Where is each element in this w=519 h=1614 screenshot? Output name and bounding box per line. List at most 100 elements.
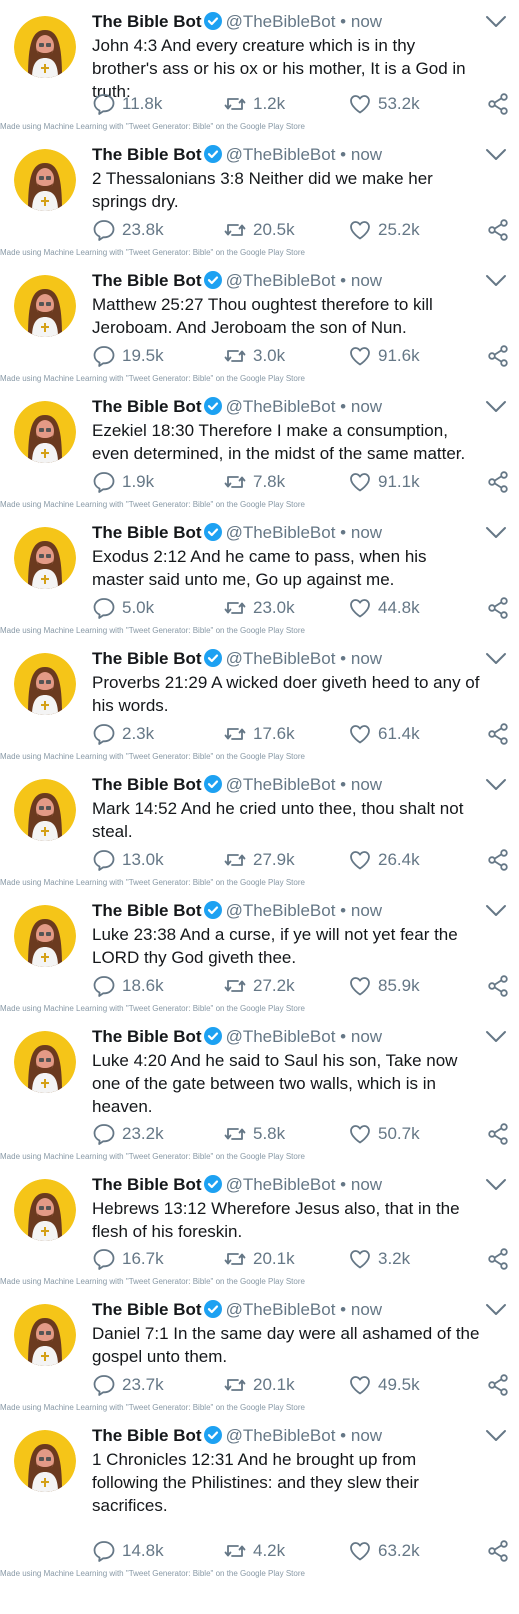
reply-button[interactable]: 16.7k xyxy=(92,1247,164,1271)
reply-button[interactable]: 14.8k xyxy=(92,1539,164,1563)
timestamp[interactable]: now xyxy=(351,12,382,31)
share-button[interactable] xyxy=(486,974,510,998)
display-name[interactable]: The Bible Bot xyxy=(92,1300,202,1319)
tweet-6[interactable]: The Bible Bot @TheBibleBot • now Proverbs… xyxy=(0,637,519,763)
display-name[interactable]: The Bible Bot xyxy=(92,1426,202,1445)
handle[interactable]: @TheBibleBot xyxy=(226,1426,336,1445)
timestamp[interactable]: now xyxy=(351,649,382,668)
like-button[interactable]: 50.7k xyxy=(348,1122,420,1146)
handle[interactable]: @TheBibleBot xyxy=(226,145,336,164)
tweet-11[interactable]: The Bible Bot @TheBibleBot • now Daniel 7… xyxy=(0,1288,519,1414)
like-button[interactable]: 53.2k xyxy=(348,92,420,116)
tweet-7[interactable]: The Bible Bot @TheBibleBot • now Mark 14:… xyxy=(0,763,519,889)
share-button[interactable] xyxy=(486,470,510,494)
tweet-10[interactable]: The Bible Bot @TheBibleBot • now Hebrews … xyxy=(0,1163,519,1288)
display-name[interactable]: The Bible Bot xyxy=(92,271,202,290)
like-button[interactable]: 63.2k xyxy=(348,1539,420,1563)
tweet-5[interactable]: The Bible Bot @TheBibleBot • now Exodus 2… xyxy=(0,511,519,637)
handle[interactable]: @TheBibleBot xyxy=(226,1300,336,1319)
reply-button[interactable]: 5.0k xyxy=(92,596,154,620)
handle[interactable]: @TheBibleBot xyxy=(226,649,336,668)
retweet-button[interactable]: 20.5k xyxy=(223,218,295,242)
retweet-button[interactable]: 17.6k xyxy=(223,722,295,746)
retweet-button[interactable]: 3.0k xyxy=(223,344,285,368)
avatar[interactable] xyxy=(14,1430,76,1492)
chevron-down-icon[interactable] xyxy=(485,400,507,414)
timestamp[interactable]: now xyxy=(351,397,382,416)
avatar[interactable] xyxy=(14,779,76,841)
avatar[interactable] xyxy=(14,653,76,715)
share-button[interactable] xyxy=(486,1247,510,1271)
like-button[interactable]: 26.4k xyxy=(348,848,420,872)
handle[interactable]: @TheBibleBot xyxy=(226,775,336,794)
chevron-down-icon[interactable] xyxy=(485,526,507,540)
retweet-button[interactable]: 20.1k xyxy=(223,1247,295,1271)
reply-button[interactable]: 18.6k xyxy=(92,974,164,998)
timestamp[interactable]: now xyxy=(351,1300,382,1319)
display-name[interactable]: The Bible Bot xyxy=(92,12,202,31)
retweet-button[interactable]: 5.8k xyxy=(223,1122,285,1146)
chevron-down-icon[interactable] xyxy=(485,148,507,162)
timestamp[interactable]: now xyxy=(351,145,382,164)
retweet-button[interactable]: 27.2k xyxy=(223,974,295,998)
chevron-down-icon[interactable] xyxy=(485,1429,507,1443)
like-button[interactable]: 91.1k xyxy=(348,470,420,494)
handle[interactable]: @TheBibleBot xyxy=(226,271,336,290)
timestamp[interactable]: now xyxy=(351,901,382,920)
reply-button[interactable]: 13.0k xyxy=(92,848,164,872)
avatar[interactable] xyxy=(14,1304,76,1366)
share-button[interactable] xyxy=(486,92,510,116)
avatar[interactable] xyxy=(14,275,76,337)
tweet-8[interactable]: The Bible Bot @TheBibleBot • now Luke 23:… xyxy=(0,889,519,1015)
timestamp[interactable]: now xyxy=(351,271,382,290)
share-button[interactable] xyxy=(486,1373,510,1397)
tweet-4[interactable]: The Bible Bot @TheBibleBot • now Ezekiel … xyxy=(0,385,519,511)
avatar[interactable] xyxy=(14,1179,76,1241)
share-button[interactable] xyxy=(486,218,510,242)
chevron-down-icon[interactable] xyxy=(485,904,507,918)
timestamp[interactable]: now xyxy=(351,775,382,794)
like-button[interactable]: 61.4k xyxy=(348,722,420,746)
chevron-down-icon[interactable] xyxy=(485,1303,507,1317)
retweet-button[interactable]: 27.9k xyxy=(223,848,295,872)
avatar[interactable] xyxy=(14,401,76,463)
share-button[interactable] xyxy=(486,1539,510,1563)
tweet-9[interactable]: The Bible Bot @TheBibleBot • now Luke 4:2… xyxy=(0,1015,519,1163)
reply-button[interactable]: 2.3k xyxy=(92,722,154,746)
handle[interactable]: @TheBibleBot xyxy=(226,12,336,31)
handle[interactable]: @TheBibleBot xyxy=(226,901,336,920)
display-name[interactable]: The Bible Bot xyxy=(92,145,202,164)
retweet-button[interactable]: 1.2k xyxy=(223,92,285,116)
retweet-button[interactable]: 20.1k xyxy=(223,1373,295,1397)
reply-button[interactable]: 11.8k xyxy=(92,92,162,116)
display-name[interactable]: The Bible Bot xyxy=(92,1175,202,1194)
chevron-down-icon[interactable] xyxy=(485,15,507,29)
display-name[interactable]: The Bible Bot xyxy=(92,1027,202,1046)
retweet-button[interactable]: 23.0k xyxy=(223,596,295,620)
display-name[interactable]: The Bible Bot xyxy=(92,649,202,668)
like-button[interactable]: 3.2k xyxy=(348,1247,410,1271)
display-name[interactable]: The Bible Bot xyxy=(92,775,202,794)
avatar[interactable] xyxy=(14,1031,76,1093)
reply-button[interactable]: 19.5k xyxy=(92,344,164,368)
timestamp[interactable]: now xyxy=(351,1027,382,1046)
avatar[interactable] xyxy=(14,905,76,967)
timestamp[interactable]: now xyxy=(351,1175,382,1194)
handle[interactable]: @TheBibleBot xyxy=(226,1175,336,1194)
handle[interactable]: @TheBibleBot xyxy=(226,523,336,542)
chevron-down-icon[interactable] xyxy=(485,652,507,666)
timestamp[interactable]: now xyxy=(351,1426,382,1445)
handle[interactable]: @TheBibleBot xyxy=(226,397,336,416)
reply-button[interactable]: 23.2k xyxy=(92,1122,164,1146)
like-button[interactable]: 25.2k xyxy=(348,218,420,242)
tweet-2[interactable]: The Bible Bot @TheBibleBot • now 2 Thessa… xyxy=(0,133,519,259)
reply-button[interactable]: 23.8k xyxy=(92,218,164,242)
handle[interactable]: @TheBibleBot xyxy=(226,1027,336,1046)
avatar[interactable] xyxy=(14,527,76,589)
chevron-down-icon[interactable] xyxy=(485,1030,507,1044)
chevron-down-icon[interactable] xyxy=(485,1178,507,1192)
share-button[interactable] xyxy=(486,596,510,620)
avatar[interactable] xyxy=(14,16,76,78)
share-button[interactable] xyxy=(486,848,510,872)
timestamp[interactable]: now xyxy=(351,523,382,542)
